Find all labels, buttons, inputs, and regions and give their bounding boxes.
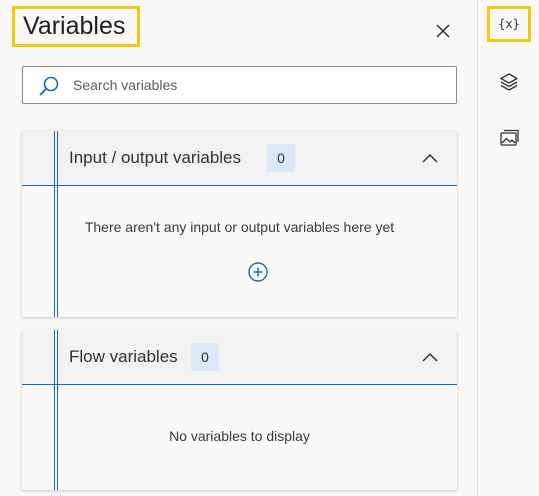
flow-variables-count-badge: 0 (191, 343, 219, 371)
chevron-up-icon (422, 153, 438, 163)
io-empty-message: There aren't any input or output variabl… (84, 219, 395, 235)
io-variables-label: Input / output variables (69, 148, 242, 167)
io-collapse-button[interactable] (419, 148, 441, 170)
search-input[interactable] (73, 67, 443, 103)
variables-icon: {x} (498, 17, 520, 31)
io-variables-count-badge: 0 (267, 144, 295, 172)
flow-empty-message: No variables to display (169, 428, 310, 444)
layers-icon (500, 73, 518, 91)
images-icon (500, 129, 519, 146)
flow-collapse-button[interactable] (419, 347, 441, 369)
variables-pane: Variables Input / output variables 0 The… (0, 0, 477, 496)
section-guide-line (57, 330, 58, 490)
flow-variables-label: Flow variables (69, 347, 178, 366)
chevron-up-icon (422, 352, 438, 362)
add-circle-icon (248, 262, 268, 282)
close-icon (436, 24, 450, 38)
section-guide-line (54, 330, 55, 490)
pane-title: Variables (12, 6, 141, 47)
add-io-variable-button[interactable] (247, 261, 269, 283)
close-button[interactable] (430, 18, 456, 44)
variables-rail-button[interactable]: {x} (487, 6, 531, 42)
search-box[interactable] (22, 66, 457, 104)
io-variables-section: Input / output variables 0 There aren't … (22, 131, 457, 317)
side-rail: {x} (477, 0, 539, 496)
flow-variables-section: Flow variables 0 No variables to display (22, 330, 457, 490)
search-icon (39, 76, 59, 96)
ui-elements-rail-button[interactable] (487, 64, 531, 100)
images-rail-button[interactable] (487, 120, 531, 156)
